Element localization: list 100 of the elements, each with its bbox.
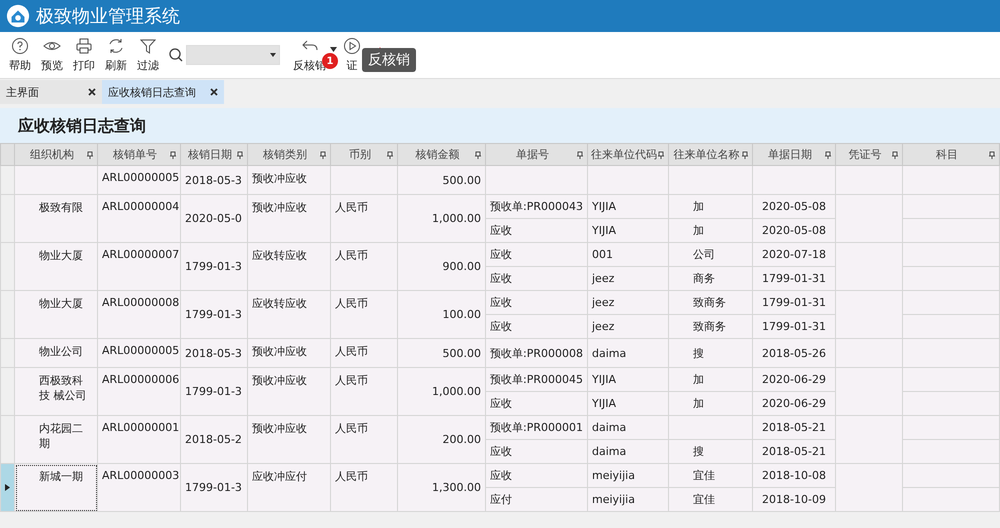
pin-icon[interactable] xyxy=(576,150,584,158)
row-indicator[interactable] xyxy=(0,464,14,512)
filter-icon xyxy=(139,37,157,55)
table-cell: 001 xyxy=(588,242,668,266)
table-cell: 1799-01-3 xyxy=(180,368,248,416)
table-cell: 应收 xyxy=(486,218,588,242)
column-header[interactable]: 单据号 xyxy=(486,144,588,166)
pin-icon[interactable] xyxy=(386,150,394,158)
table-cell: 应收转应收 xyxy=(248,290,330,338)
table-cell: 应付 xyxy=(486,488,588,512)
table-cell: 人民币 xyxy=(330,338,398,368)
table-cell: YIJIA xyxy=(588,368,668,392)
pin-icon[interactable] xyxy=(169,150,177,158)
table-cell: 物业大厦 xyxy=(14,290,98,338)
table-cell: 1799-01-3 xyxy=(180,290,248,338)
table-cell: 致商务 xyxy=(668,290,752,314)
table-cell: 1799-01-31 xyxy=(752,290,836,314)
table-cell: 500.00 xyxy=(398,338,486,368)
table-cell: 人民币 xyxy=(330,194,398,242)
table-cell: 预收冲应收 xyxy=(248,338,330,368)
toolbar-button[interactable]: 打印 xyxy=(68,35,100,75)
table-cell: 1,000.00 xyxy=(398,368,486,416)
table-cell: 2018-05-21 xyxy=(752,416,836,440)
pin-icon[interactable] xyxy=(891,150,899,158)
close-icon[interactable] xyxy=(88,88,96,96)
toolbar-button[interactable]: 预览 xyxy=(36,35,68,75)
table-cell: 应收冲应付 xyxy=(248,464,330,512)
search-combo-field[interactable] xyxy=(186,45,280,65)
table-cell: daima xyxy=(588,338,668,368)
column-header[interactable]: 凭证号 xyxy=(836,144,902,166)
table-cell: 新城一期 xyxy=(14,464,98,512)
table-cell: 2020-05-0 xyxy=(180,194,248,242)
table-cell: 物业大厦 xyxy=(14,242,98,290)
pin-icon[interactable] xyxy=(86,150,94,158)
table-cell: 预收冲应收 xyxy=(248,166,330,194)
tab[interactable]: 主界面 xyxy=(0,80,102,104)
table-cell: 应收 xyxy=(486,392,588,416)
table-cell: 1799-01-3 xyxy=(180,464,248,512)
play-icon xyxy=(343,37,361,55)
table-cell: 1799-01-3 xyxy=(180,242,248,290)
refresh-icon xyxy=(107,37,125,55)
help-icon xyxy=(11,37,29,55)
table-cell: 公司 xyxy=(668,242,752,266)
table-cell: 100.00 xyxy=(398,290,486,338)
table-cell: 500.00 xyxy=(398,166,486,194)
column-header[interactable]: 组织机构 xyxy=(14,144,98,166)
tooltip: 反核销 xyxy=(362,48,416,72)
current-row-arrow-icon xyxy=(5,484,10,491)
pin-icon[interactable] xyxy=(824,150,832,158)
table-cell: ARL00000003 xyxy=(98,464,180,512)
pin-icon[interactable] xyxy=(236,150,244,158)
app-title: 极致物业管理系统 xyxy=(36,5,180,28)
column-header[interactable]: 核销单号 xyxy=(98,144,180,166)
table-cell: ARL00000007 xyxy=(98,242,180,290)
tab[interactable]: 应收核销日志查询 xyxy=(102,80,224,104)
pin-icon[interactable] xyxy=(988,150,996,158)
table-cell: 内花园二期 xyxy=(14,416,98,464)
table-cell: 2020-06-29 xyxy=(752,368,836,392)
toolbar-button[interactable]: 刷新 xyxy=(100,35,132,75)
table-cell: 900.00 xyxy=(398,242,486,290)
table-cell: 应收 xyxy=(486,314,588,338)
table-cell: ARL00000001 xyxy=(98,416,180,464)
close-icon[interactable] xyxy=(210,88,218,96)
column-header[interactable]: 往来单位代码 xyxy=(588,144,668,166)
column-header[interactable]: 往来单位名称 xyxy=(668,144,752,166)
column-header[interactable]: 核销类别 xyxy=(248,144,330,166)
toolbar-button[interactable]: 帮助 xyxy=(4,35,36,75)
table-cell: 人民币 xyxy=(330,368,398,416)
table-cell: 致商务 xyxy=(668,314,752,338)
table-cell: 应收 xyxy=(486,464,588,488)
table-cell: meiyijia xyxy=(588,464,668,488)
house-eye-logo-icon xyxy=(6,4,30,28)
column-header[interactable]: 科目 xyxy=(902,144,1000,166)
table-cell: 西极致科技 械公司 xyxy=(14,368,98,416)
column-header[interactable]: 币别 xyxy=(330,144,398,166)
table-cell: YIJIA xyxy=(588,194,668,218)
pin-icon[interactable] xyxy=(741,150,749,158)
table-cell: 应收转应收 xyxy=(248,242,330,290)
column-header[interactable]: 核销金额 xyxy=(398,144,486,166)
table-cell: 2018-10-08 xyxy=(752,464,836,488)
table-cell: 应收 xyxy=(486,290,588,314)
table-cell: 预收冲应收 xyxy=(248,368,330,416)
pin-icon[interactable] xyxy=(474,150,482,158)
table-cell: 加 xyxy=(668,218,752,242)
pin-icon[interactable] xyxy=(319,150,327,158)
table-cell: ARL00000004 xyxy=(98,194,180,242)
table-cell: 2018-05-3 xyxy=(180,338,248,368)
printer-icon xyxy=(75,37,93,55)
pin-icon[interactable] xyxy=(657,150,665,158)
table-cell: YIJIA xyxy=(588,218,668,242)
table-cell: 1,300.00 xyxy=(398,464,486,512)
table-cell: 预收单:PR000043 xyxy=(486,194,588,218)
table-cell: 1,000.00 xyxy=(398,194,486,242)
toolbar-button[interactable]: 过滤 xyxy=(132,35,164,75)
table-cell: 应收 xyxy=(486,266,588,290)
column-header[interactable]: 单据日期 xyxy=(752,144,836,166)
table-cell: 物业公司 xyxy=(14,338,98,368)
table-cell: jeez xyxy=(588,314,668,338)
search-icon xyxy=(168,47,184,63)
column-header[interactable]: 核销日期 xyxy=(180,144,248,166)
